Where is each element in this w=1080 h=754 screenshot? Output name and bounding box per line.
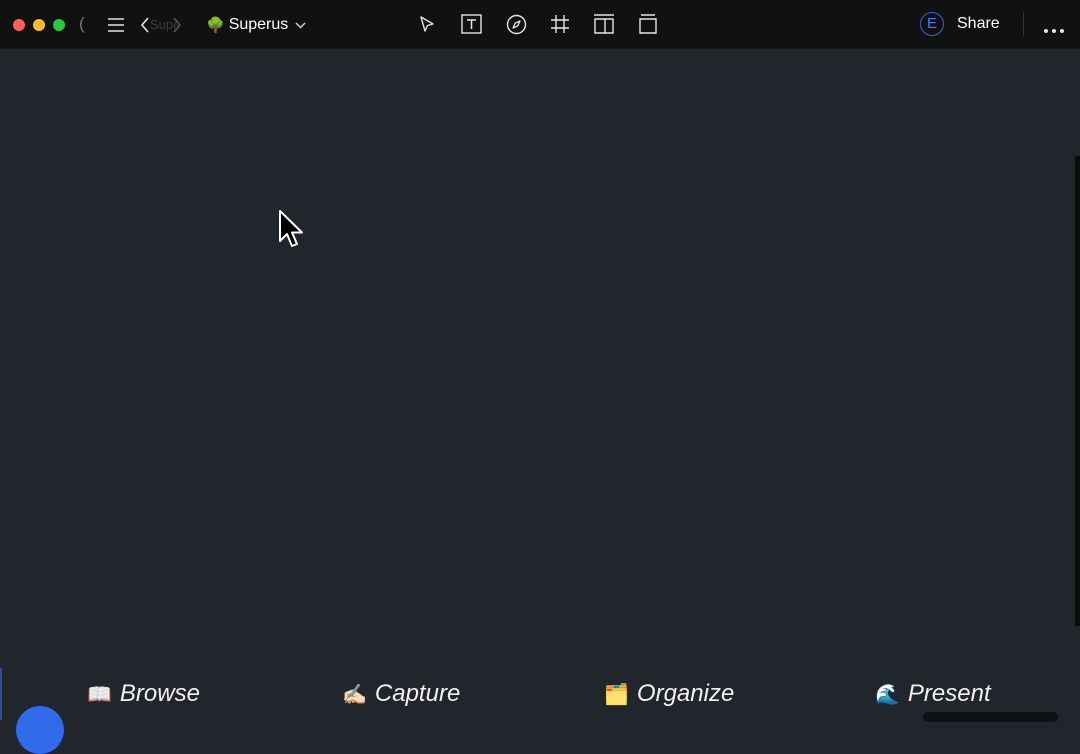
frame-icon[interactable] (549, 13, 571, 35)
left-edge-accent (0, 668, 2, 720)
window-close-button[interactable] (13, 19, 25, 31)
select-icon[interactable] (416, 13, 438, 35)
title-bar: ( Supe 🌳 Superus E Share (0, 0, 1080, 49)
menu-icon[interactable] (105, 14, 127, 36)
right-edge-panel (1075, 156, 1080, 626)
share-button[interactable]: Share (957, 14, 1000, 34)
panel-icon[interactable] (592, 13, 615, 35)
card-icon[interactable] (637, 13, 659, 35)
mouse-cursor-icon (278, 209, 306, 258)
user-avatar[interactable]: E (920, 12, 944, 36)
titlebar-divider (1023, 12, 1024, 36)
folder-dividers-icon: 🗂️ (604, 683, 629, 706)
canvas-area[interactable] (0, 49, 1080, 720)
ghost-paren: ( (79, 14, 85, 33)
nav-capture-label: Capture (374, 680, 461, 707)
nav-browse-label: Browse (119, 680, 200, 707)
ghost-workspace-label: Supe (150, 17, 181, 32)
text-icon[interactable] (460, 13, 483, 35)
window-maximize-button[interactable] (53, 19, 65, 31)
nav-organize-label: Organize (636, 680, 735, 707)
writing-hand-icon: ✍🏻 (342, 683, 367, 706)
nav-present-label: Present (907, 680, 991, 707)
chevron-down-icon (295, 21, 306, 29)
workspace-switcher[interactable]: 🌳 Superus (206, 12, 306, 38)
nav-present[interactable]: 🌊 Present (875, 676, 991, 712)
more-options-icon[interactable] (1043, 21, 1065, 33)
nav-organize[interactable]: 🗂️ Organize (604, 676, 734, 712)
wave-icon: 🌊 (875, 683, 900, 706)
window-minimize-button[interactable] (33, 19, 45, 31)
floating-action-button[interactable] (16, 706, 64, 754)
bottom-tray (923, 712, 1058, 722)
workspace-tree-icon: 🌳 (206, 17, 225, 34)
nav-capture[interactable]: ✍🏻 Capture (342, 676, 460, 712)
compass-icon[interactable] (505, 13, 527, 35)
workspace-name: Superus (228, 16, 289, 33)
book-icon: 📖 (87, 683, 112, 706)
nav-browse[interactable]: 📖 Browse (87, 676, 200, 712)
